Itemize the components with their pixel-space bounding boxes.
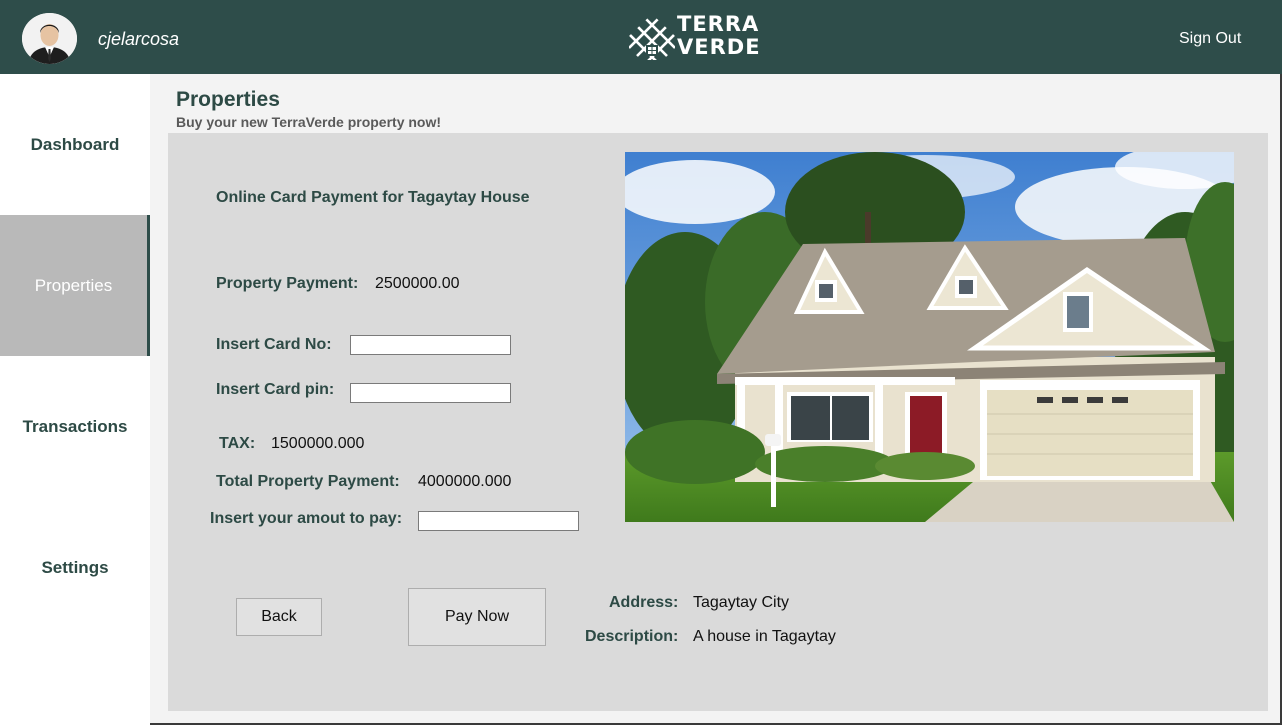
amount-input[interactable] xyxy=(418,511,579,531)
payment-heading: Online Card Payment for Tagaytay House xyxy=(216,189,530,206)
sidebar-item-transactions[interactable]: Transactions xyxy=(0,356,150,497)
payment-panel: Online Card Payment for Tagaytay House P… xyxy=(168,133,1268,711)
avatar[interactable] xyxy=(22,13,77,64)
house-logo-icon xyxy=(629,14,675,60)
address-label: Address: xyxy=(609,594,679,611)
house-photo xyxy=(625,152,1234,522)
page-subtitle: Buy your new TerraVerde property now! xyxy=(176,114,442,130)
sidebar-item-properties[interactable]: Properties xyxy=(0,215,150,356)
card-pin-label: Insert Card pin: xyxy=(216,381,335,398)
amount-label: Insert your amout to pay: xyxy=(210,510,403,527)
page-title: Properties xyxy=(176,88,280,111)
pay-now-button[interactable]: Pay Now xyxy=(408,588,546,646)
terraverde-logo: TERRA VERDE xyxy=(629,13,761,61)
total-payment-value: 4000000.000 xyxy=(418,473,512,490)
top-header: cjelarcosa TERRA VERDE Sign Out xyxy=(0,0,1282,74)
logo-text: TERRA VERDE xyxy=(677,13,761,59)
sidebar-item-settings[interactable]: Settings xyxy=(0,497,150,638)
logo-line-1: TERRA xyxy=(677,12,760,36)
property-payment-value: 2500000.00 xyxy=(375,275,460,292)
back-button[interactable]: Back xyxy=(236,598,322,636)
card-no-input[interactable] xyxy=(350,335,511,355)
logo-line-2: VERDE xyxy=(677,35,761,59)
main-content: Properties Buy your new TerraVerde prope… xyxy=(150,74,1280,723)
tax-label: TAX: xyxy=(219,435,256,452)
sidebar: Dashboard Properties Transactions Settin… xyxy=(0,74,150,725)
description-label: Description: xyxy=(585,628,679,645)
card-pin-input[interactable] xyxy=(350,383,511,403)
total-payment-label: Total Property Payment: xyxy=(216,473,400,490)
sidebar-item-dashboard[interactable]: Dashboard xyxy=(0,74,150,215)
sign-out-link[interactable]: Sign Out xyxy=(1179,30,1241,48)
description-value: A house in Tagaytay xyxy=(693,628,836,645)
username: cjelarcosa xyxy=(98,29,180,49)
card-no-label: Insert Card No: xyxy=(216,336,332,353)
property-payment-label: Property Payment: xyxy=(216,275,359,292)
address-value: Tagaytay City xyxy=(693,594,790,611)
tax-value: 1500000.000 xyxy=(271,435,365,452)
